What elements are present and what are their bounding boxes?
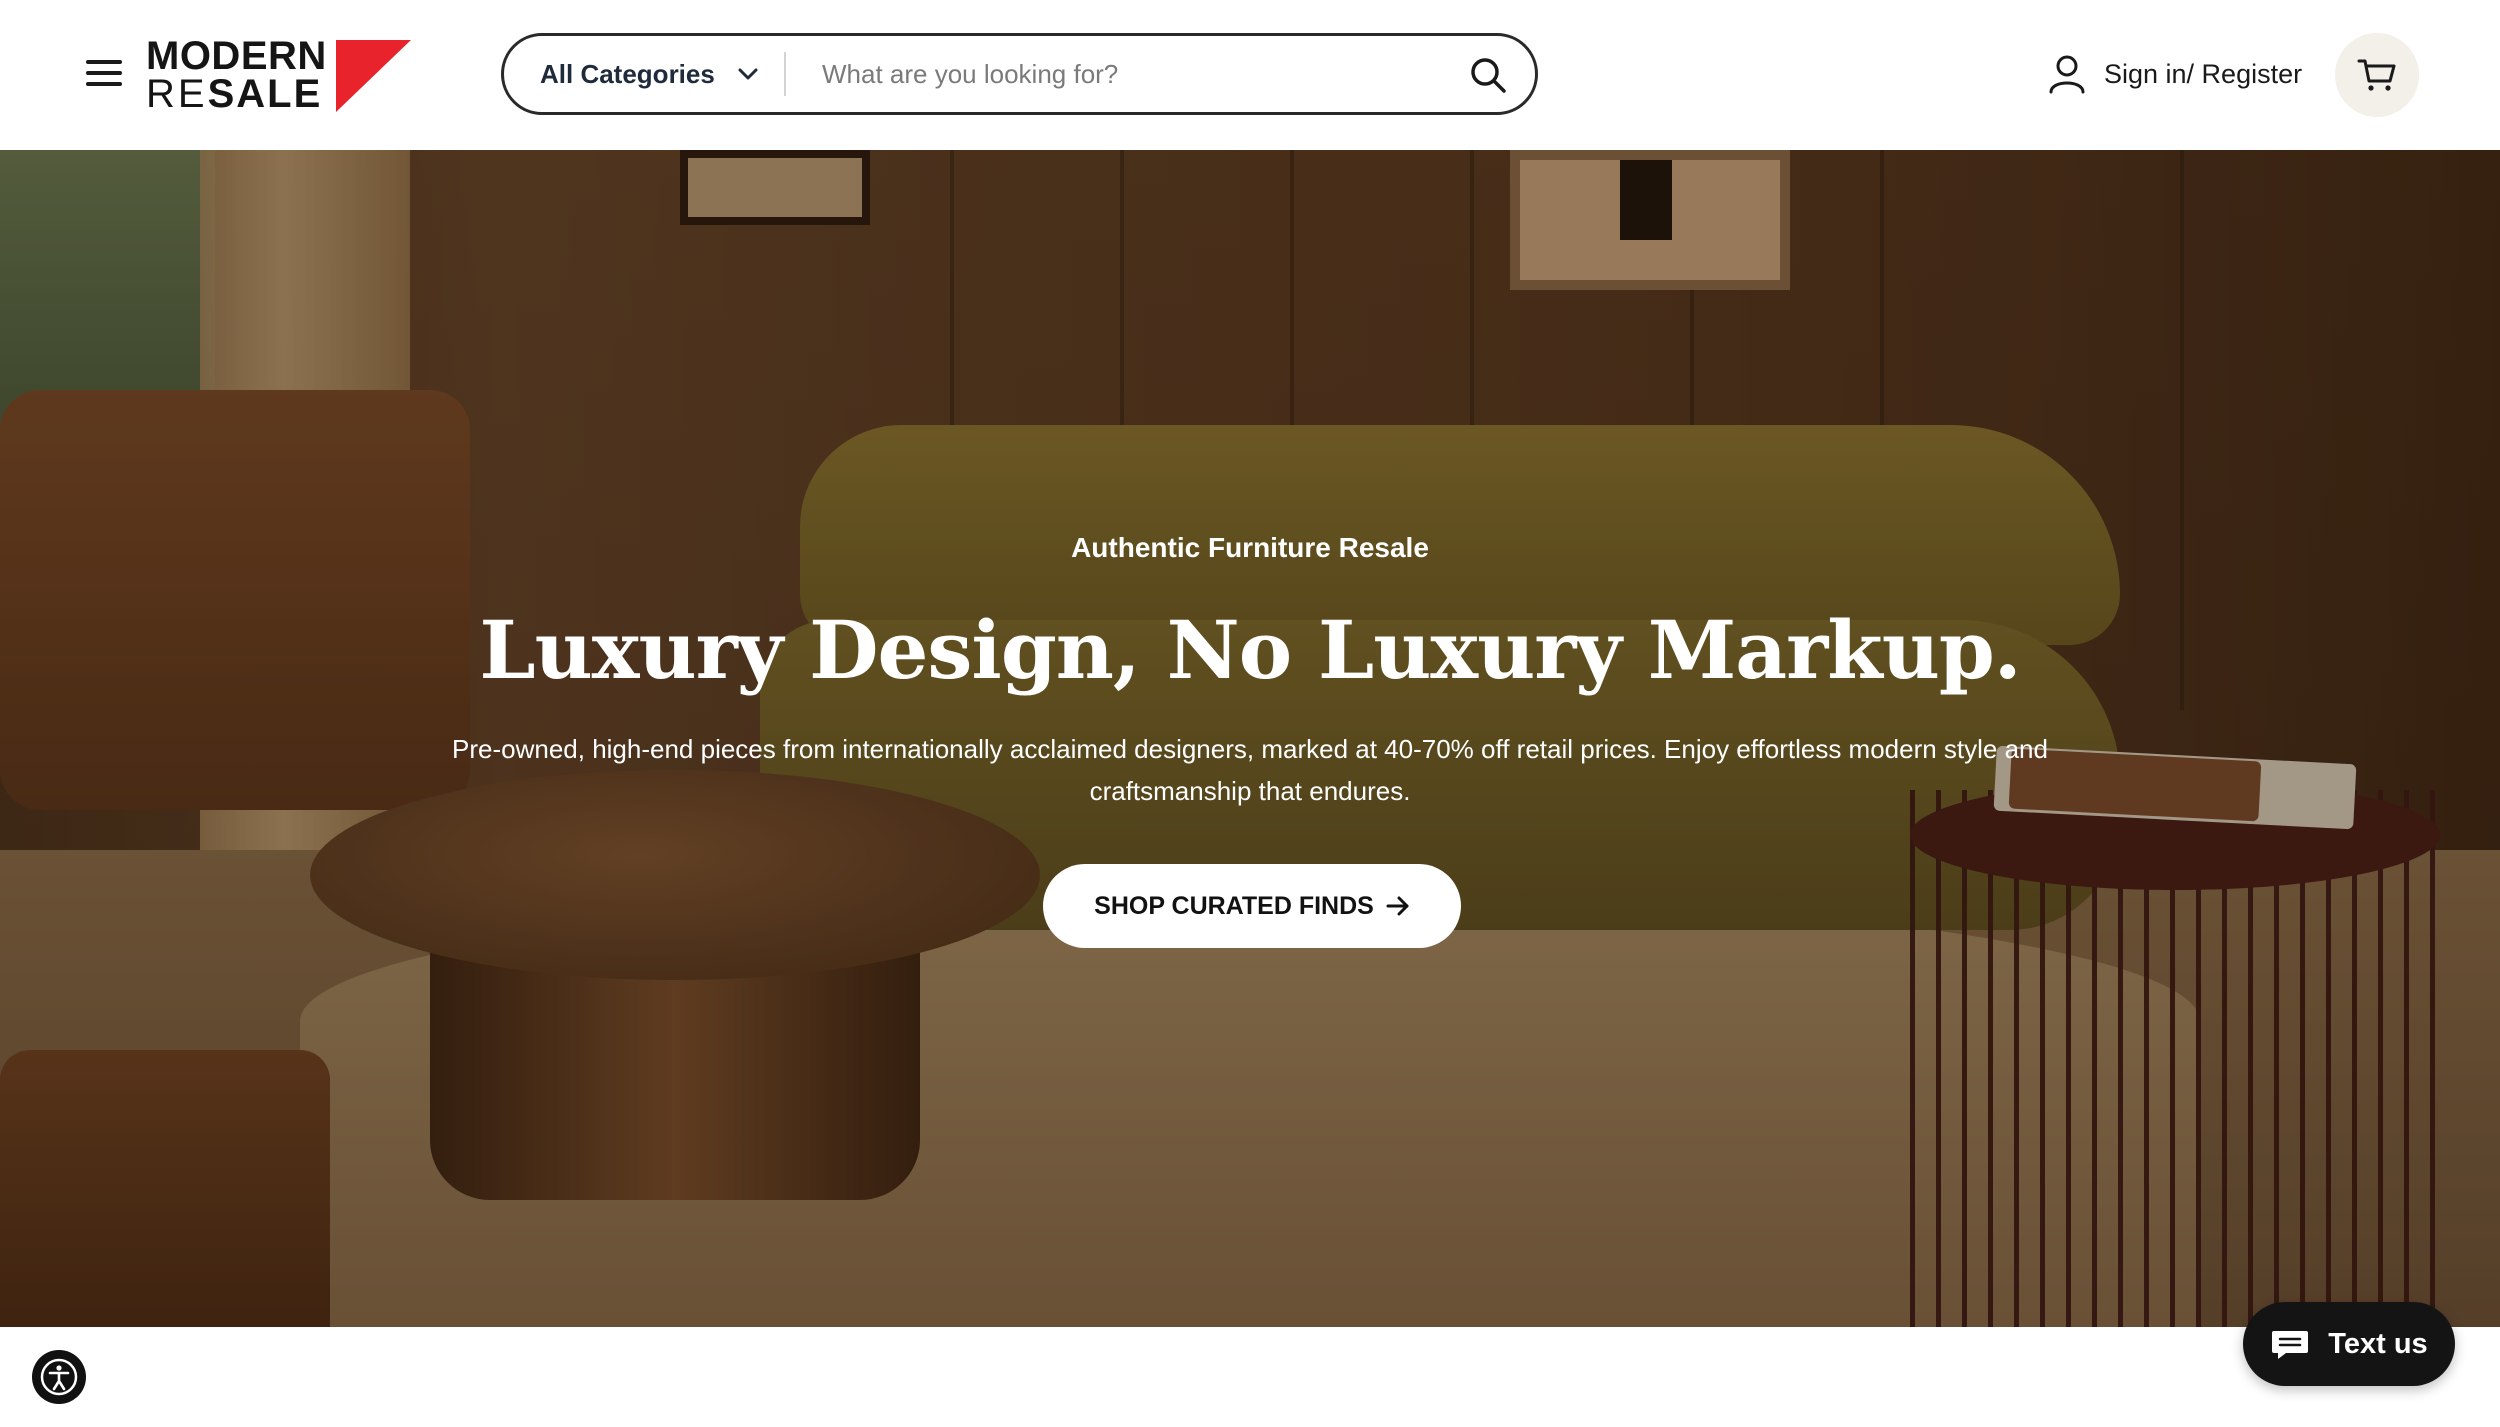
cart-icon <box>2357 59 2396 91</box>
text-us-label: Text us <box>2328 1327 2428 1360</box>
site-logo[interactable]: MODERN RESALE <box>146 36 411 116</box>
hero-content: Authentic Furniture Resale Luxury Design… <box>0 150 2500 1327</box>
logo-word-modern: MODERN <box>146 34 327 78</box>
hamburger-bar <box>86 71 122 75</box>
hero-eyebrow: Authentic Furniture Resale <box>1071 532 1429 563</box>
search-bar: All Categories <box>501 33 1538 115</box>
content-section-top <box>0 1327 2500 1427</box>
chat-bubble-icon <box>2272 1331 2309 1359</box>
hamburger-bar <box>86 60 122 64</box>
category-dropdown[interactable]: All Categories <box>540 36 759 112</box>
hero-banner: Authentic Furniture Resale Luxury Design… <box>0 150 2500 1327</box>
logo-sale: SALE <box>207 72 323 116</box>
hamburger-bar <box>86 82 122 86</box>
arrow-right-icon <box>1386 896 1409 916</box>
sign-in-label: Sign in/ Register <box>2104 58 2303 89</box>
hero-subtext: Pre-owned, high-end pieces from internat… <box>452 734 2048 806</box>
logo-re: RE <box>146 72 208 116</box>
user-icon <box>2049 55 2085 94</box>
accessibility-button[interactable] <box>32 1350 86 1404</box>
shop-curated-finds-button[interactable]: SHOP CURATED FINDS <box>1043 864 1461 948</box>
search-input[interactable] <box>822 48 1442 100</box>
cart-button[interactable] <box>2335 33 2419 117</box>
logo-word-resale: RESALE <box>146 74 322 114</box>
cta-label: SHOP CURATED FINDS <box>1094 891 1374 920</box>
search-divider <box>784 52 786 96</box>
hamburger-menu-icon[interactable] <box>86 58 122 88</box>
accessibility-icon <box>40 1358 78 1396</box>
site-header: MODERN RESALE All Categories Sign in/ Re… <box>0 0 2500 150</box>
sign-in-register-link[interactable]: Sign in/ Register <box>2048 52 2302 96</box>
hero-headline: Luxury Design, No Luxury Markup. <box>479 603 2021 697</box>
category-dropdown-label: All Categories <box>540 58 715 89</box>
logo-flag-icon <box>336 40 411 112</box>
search-icon[interactable] <box>1469 56 1507 94</box>
chevron-down-icon <box>738 68 758 80</box>
text-us-chat-button[interactable]: Text us <box>2243 1302 2455 1386</box>
